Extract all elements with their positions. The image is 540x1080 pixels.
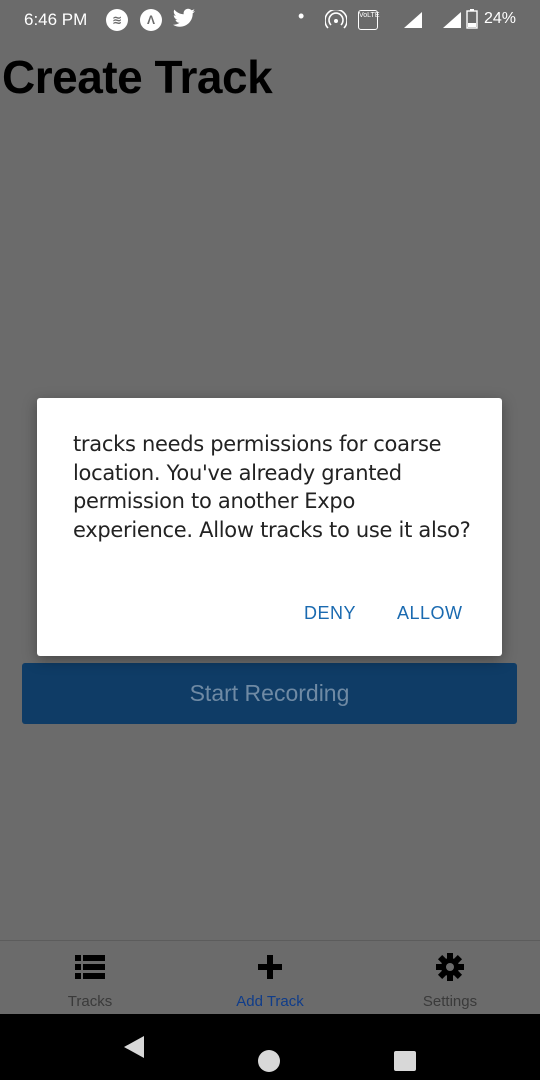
hotspot-icon <box>325 10 347 29</box>
tab-tracks[interactable]: Tracks <box>0 941 180 1015</box>
twitter-icon <box>173 8 195 27</box>
list-icon <box>75 955 105 979</box>
battery-percent: 24% <box>483 10 516 27</box>
gear-icon <box>436 953 464 981</box>
home-icon[interactable] <box>258 1050 280 1072</box>
status-bar: 6:46 PM ≋ Λ • VoLTE 24% <box>0 0 540 40</box>
signal-icon <box>404 12 422 28</box>
volte-icon: VoLTE <box>358 10 380 30</box>
system-nav-bar <box>0 1014 540 1080</box>
permission-dialog: tracks needs permissions for coarse loca… <box>37 398 502 656</box>
signal-strength-icon <box>443 12 461 28</box>
dialog-message: tracks needs permissions for coarse loca… <box>73 432 471 542</box>
tab-bar: Tracks Add Track Settings <box>0 940 540 1014</box>
spotify-icon: ≋ <box>106 9 128 31</box>
tab-add-track[interactable]: Add Track <box>180 941 360 1015</box>
dot-icon: • <box>298 6 305 26</box>
tab-settings-label: Settings <box>422 993 478 1010</box>
plus-icon <box>258 955 282 979</box>
allow-button[interactable]: ALLOW <box>397 603 463 624</box>
recent-apps-icon[interactable] <box>394 1051 416 1071</box>
back-icon[interactable] <box>122 1034 146 1060</box>
battery-icon <box>466 9 478 29</box>
tab-settings[interactable]: Settings <box>360 941 540 1015</box>
status-time: 6:46 PM <box>24 10 88 29</box>
tab-tracks-label: Tracks <box>67 993 113 1010</box>
start-recording-button[interactable]: Start Recording <box>22 663 517 724</box>
page-title: Create Track <box>2 51 273 103</box>
deny-button[interactable]: DENY <box>304 603 356 624</box>
tab-add-track-label: Add Track <box>236 993 304 1010</box>
expo-icon: Λ <box>140 9 162 31</box>
